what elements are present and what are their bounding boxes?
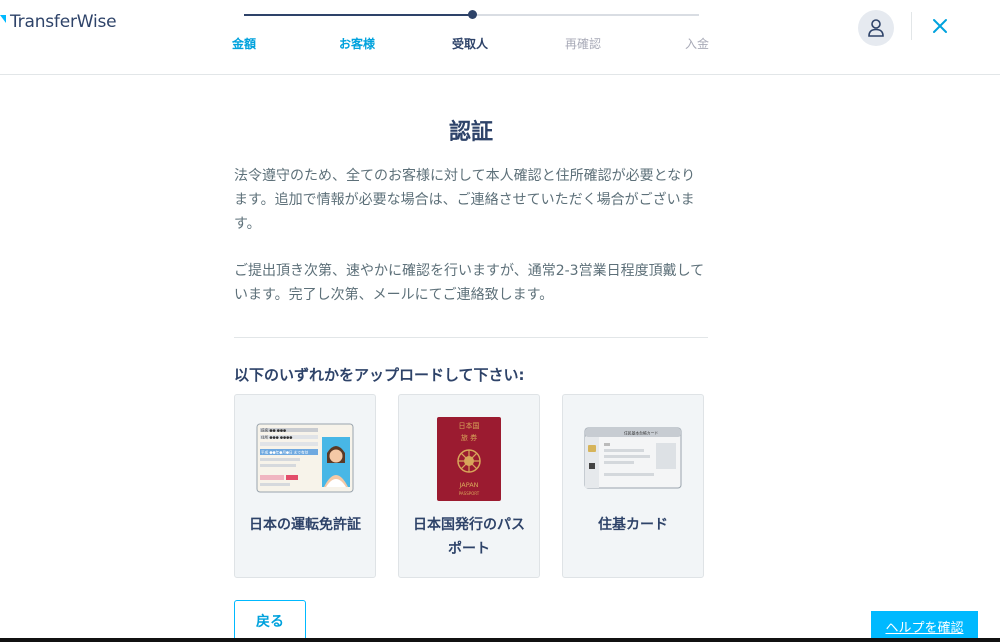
logo-text: TransferWise (10, 12, 117, 32)
header-separator (911, 12, 912, 40)
passport-country-text: 日本国 (459, 421, 480, 430)
juki-title-text: 住民基本台帳カード (624, 431, 658, 436)
juki-card-label: 住基カード (598, 517, 668, 533)
processing-paragraph: ご提出頂き次第、速やかに確認を行いますが、通常2-3営業日程度頂戴しています。完… (234, 263, 705, 303)
passport-sub-text: PASSPORT (459, 491, 480, 496)
intro-paragraph: 法令遵守のため、全てのお客様に対して本人確認と住所確認が必要となります。追加で情… (234, 168, 696, 232)
upload-heading: 以下のいずれかをアップロードして下さい: (234, 366, 525, 384)
close-button[interactable] (926, 12, 954, 40)
stepper-track-fill (244, 14, 472, 16)
drivers-license-label: 日本の運転免許証 (249, 517, 361, 533)
bottom-edge (0, 638, 1000, 642)
step-you[interactable]: お客様 (339, 35, 375, 52)
page-title: 認証 (448, 120, 493, 145)
back-button[interactable]: 戻る (234, 600, 306, 642)
drivers-license-icon: 氏名 ●● ●●● 住所 ●●● ●●●● 平成 ●●年●月●日 まで有効 (256, 423, 354, 493)
license-line-name: 氏名 ●● ●●● (261, 428, 286, 433)
stepper-current-dot (468, 10, 477, 19)
verification-panel: 認証 法令遵守のため、全てのお客様に対して本人確認と住所確認が必要となります。追… (234, 75, 708, 642)
juki-card-icon: 住民基本台帳カード (584, 427, 682, 489)
juki-card-option[interactable]: 住民基本台帳カード 住基カード (562, 394, 704, 578)
progress-stepper: 金額 お客様 受取人 再確認 入金 (232, 8, 712, 58)
step-pay: 入金 (685, 37, 710, 51)
transferwise-logo[interactable]: TransferWise (0, 12, 117, 32)
passport-title-text: 旅 券 (461, 433, 477, 442)
step-recipient[interactable]: 受取人 (452, 35, 488, 52)
passport-japan-text: JAPAN (458, 481, 478, 489)
section-divider (234, 337, 708, 338)
drivers-license-option[interactable]: 氏名 ●● ●●● 住所 ●●● ●●●● 平成 ●●年●月●日 まで有効 日本… (234, 394, 376, 578)
step-review: 再確認 (565, 37, 602, 51)
top-header: TransferWise 金額 お客様 受取人 再確認 入金 (0, 0, 1000, 75)
flag-icon (0, 15, 8, 29)
document-options: 氏名 ●● ●●● 住所 ●●● ●●●● 平成 ●●年●月●日 まで有効 日本… (234, 394, 708, 578)
license-line-address: 住所 ●●● ●●●● (261, 435, 292, 440)
close-icon (933, 19, 947, 33)
passport-option[interactable]: 日本国 旅 券 JAPAN PASSPORT 日本国発行のパスポート (398, 394, 540, 578)
step-amount[interactable]: 金額 (232, 35, 256, 52)
license-line-valid: 平成 ●●年●月●日 まで有効 (261, 450, 309, 455)
passport-label: 日本国発行のパスポート (413, 517, 525, 557)
user-icon (868, 19, 884, 37)
profile-button[interactable] (858, 10, 894, 46)
passport-icon: 日本国 旅 券 JAPAN PASSPORT (437, 417, 501, 501)
stepper-labels: 金額 お客様 受取人 再確認 入金 (232, 35, 712, 55)
